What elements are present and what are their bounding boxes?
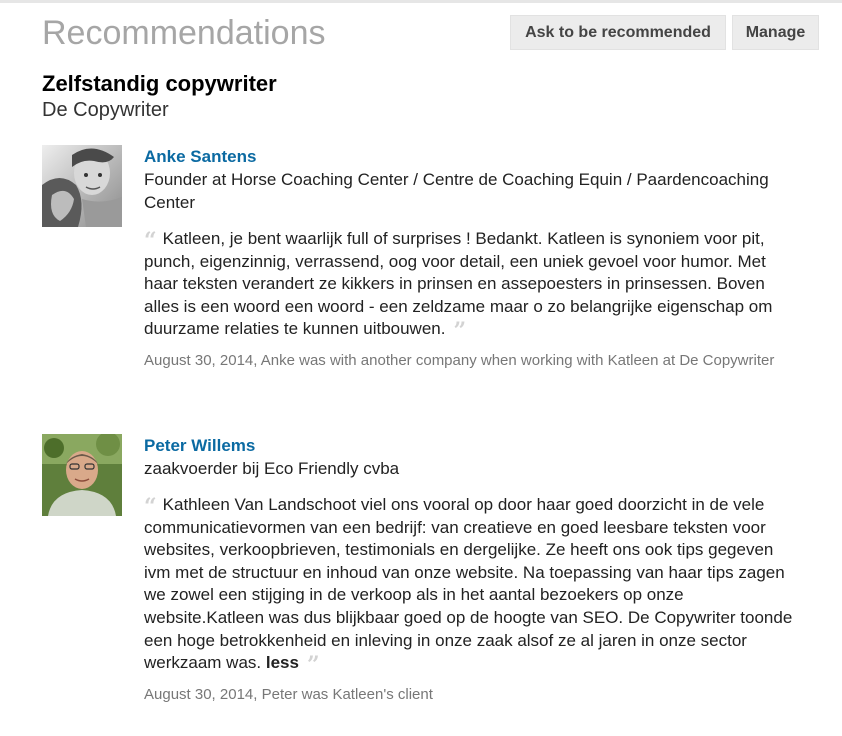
- recommendation-text: “Kathleen Van Landschoot viel ons vooral…: [144, 494, 804, 679]
- recommendation-text-content: Kathleen Van Landschoot viel ons vooral …: [144, 495, 793, 673]
- section-title: Recommendations: [42, 14, 326, 52]
- less-link[interactable]: less: [266, 653, 299, 672]
- recommendation-body: Anke Santens Founder at Horse Coaching C…: [144, 145, 804, 372]
- position-title: Zelfstandig copywriter: [42, 71, 277, 96]
- recommender-headline: Founder at Horse Coaching Center / Centr…: [144, 170, 769, 212]
- ask-to-be-recommended-button[interactable]: Ask to be recommended: [510, 15, 726, 50]
- quote-close-icon: ”: [306, 652, 320, 679]
- quote-open-icon: “: [144, 494, 157, 520]
- recommender-name-link[interactable]: Anke Santens: [144, 145, 804, 168]
- recommendation-text: “Katleen, je bent waarlijk full of surpr…: [144, 228, 804, 345]
- avatar[interactable]: [42, 145, 122, 227]
- recommendation-body: Peter Willems zaakvoerder bij Eco Friend…: [144, 434, 804, 706]
- recommendations-page: Recommendations Ask to be recommended Ma…: [0, 0, 842, 736]
- avatar[interactable]: [42, 434, 122, 516]
- recommendation-meta: August 30, 2014, Anke was with another c…: [144, 351, 775, 369]
- quote-close-icon: ”: [453, 318, 467, 345]
- quote-open-icon: “: [144, 228, 157, 254]
- recommender-headline: zaakvoerder bij Eco Friendly cvba: [144, 459, 400, 478]
- top-divider: [0, 0, 842, 3]
- manage-button[interactable]: Manage: [732, 15, 819, 50]
- recommender-name-link[interactable]: Peter Willems: [144, 434, 804, 457]
- recommendation-meta: August 30, 2014, Peter was Katleen's cli…: [144, 685, 433, 703]
- position-company: De Copywriter: [42, 99, 169, 121]
